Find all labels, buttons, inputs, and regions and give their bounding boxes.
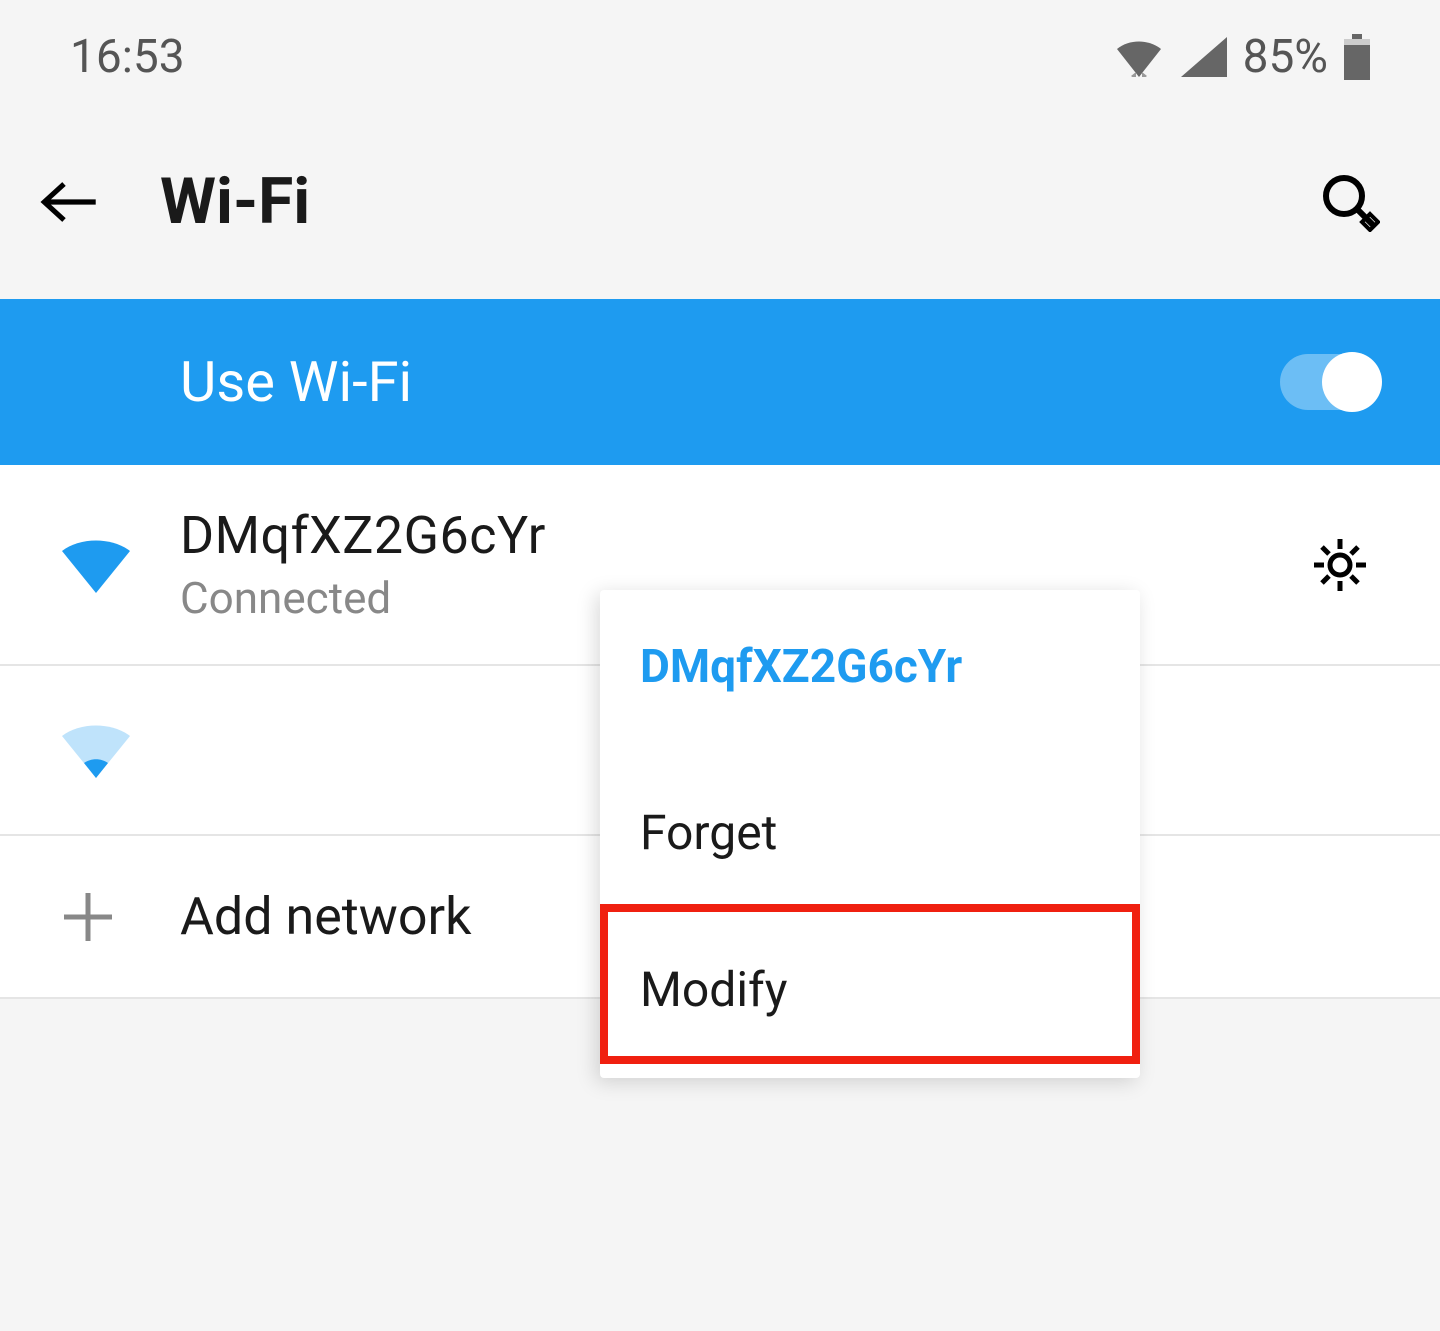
gear-icon xyxy=(1312,537,1368,593)
network-name: DMqfXZ2G6cYr xyxy=(180,505,1300,566)
plus-icon xyxy=(60,889,180,945)
wifi-signal-weak-icon xyxy=(60,722,180,778)
search-icon xyxy=(1320,172,1380,232)
status-bar: 16:53 85% xyxy=(0,0,1440,114)
context-menu: DMqfXZ2G6cYr Forget Modify xyxy=(600,590,1140,1078)
context-menu-forget[interactable]: Forget xyxy=(600,754,1140,911)
page-title: Wi-Fi xyxy=(160,164,1320,239)
wifi-status-icon xyxy=(1113,37,1165,77)
arrow-left-icon xyxy=(40,177,100,227)
battery-icon xyxy=(1344,34,1370,80)
back-button[interactable] xyxy=(40,172,100,232)
cellular-status-icon xyxy=(1181,37,1227,77)
header: Wi-Fi xyxy=(0,114,1440,299)
wifi-signal-icon xyxy=(60,537,180,593)
context-menu-modify[interactable]: Modify xyxy=(600,911,1140,1068)
add-network-label: Add network xyxy=(180,886,471,947)
context-menu-title: DMqfXZ2G6cYr xyxy=(600,590,1140,754)
network-settings-button[interactable] xyxy=(1300,537,1380,593)
toggle-knob xyxy=(1322,352,1382,412)
wifi-toggle-label: Use Wi-Fi xyxy=(180,349,1280,415)
status-time: 16:53 xyxy=(70,30,185,84)
battery-percent: 85% xyxy=(1243,30,1328,84)
wifi-toggle-switch[interactable] xyxy=(1280,354,1380,410)
wifi-toggle-row[interactable]: Use Wi-Fi xyxy=(0,299,1440,465)
status-right: 85% xyxy=(1113,30,1370,84)
search-button[interactable] xyxy=(1320,172,1380,232)
